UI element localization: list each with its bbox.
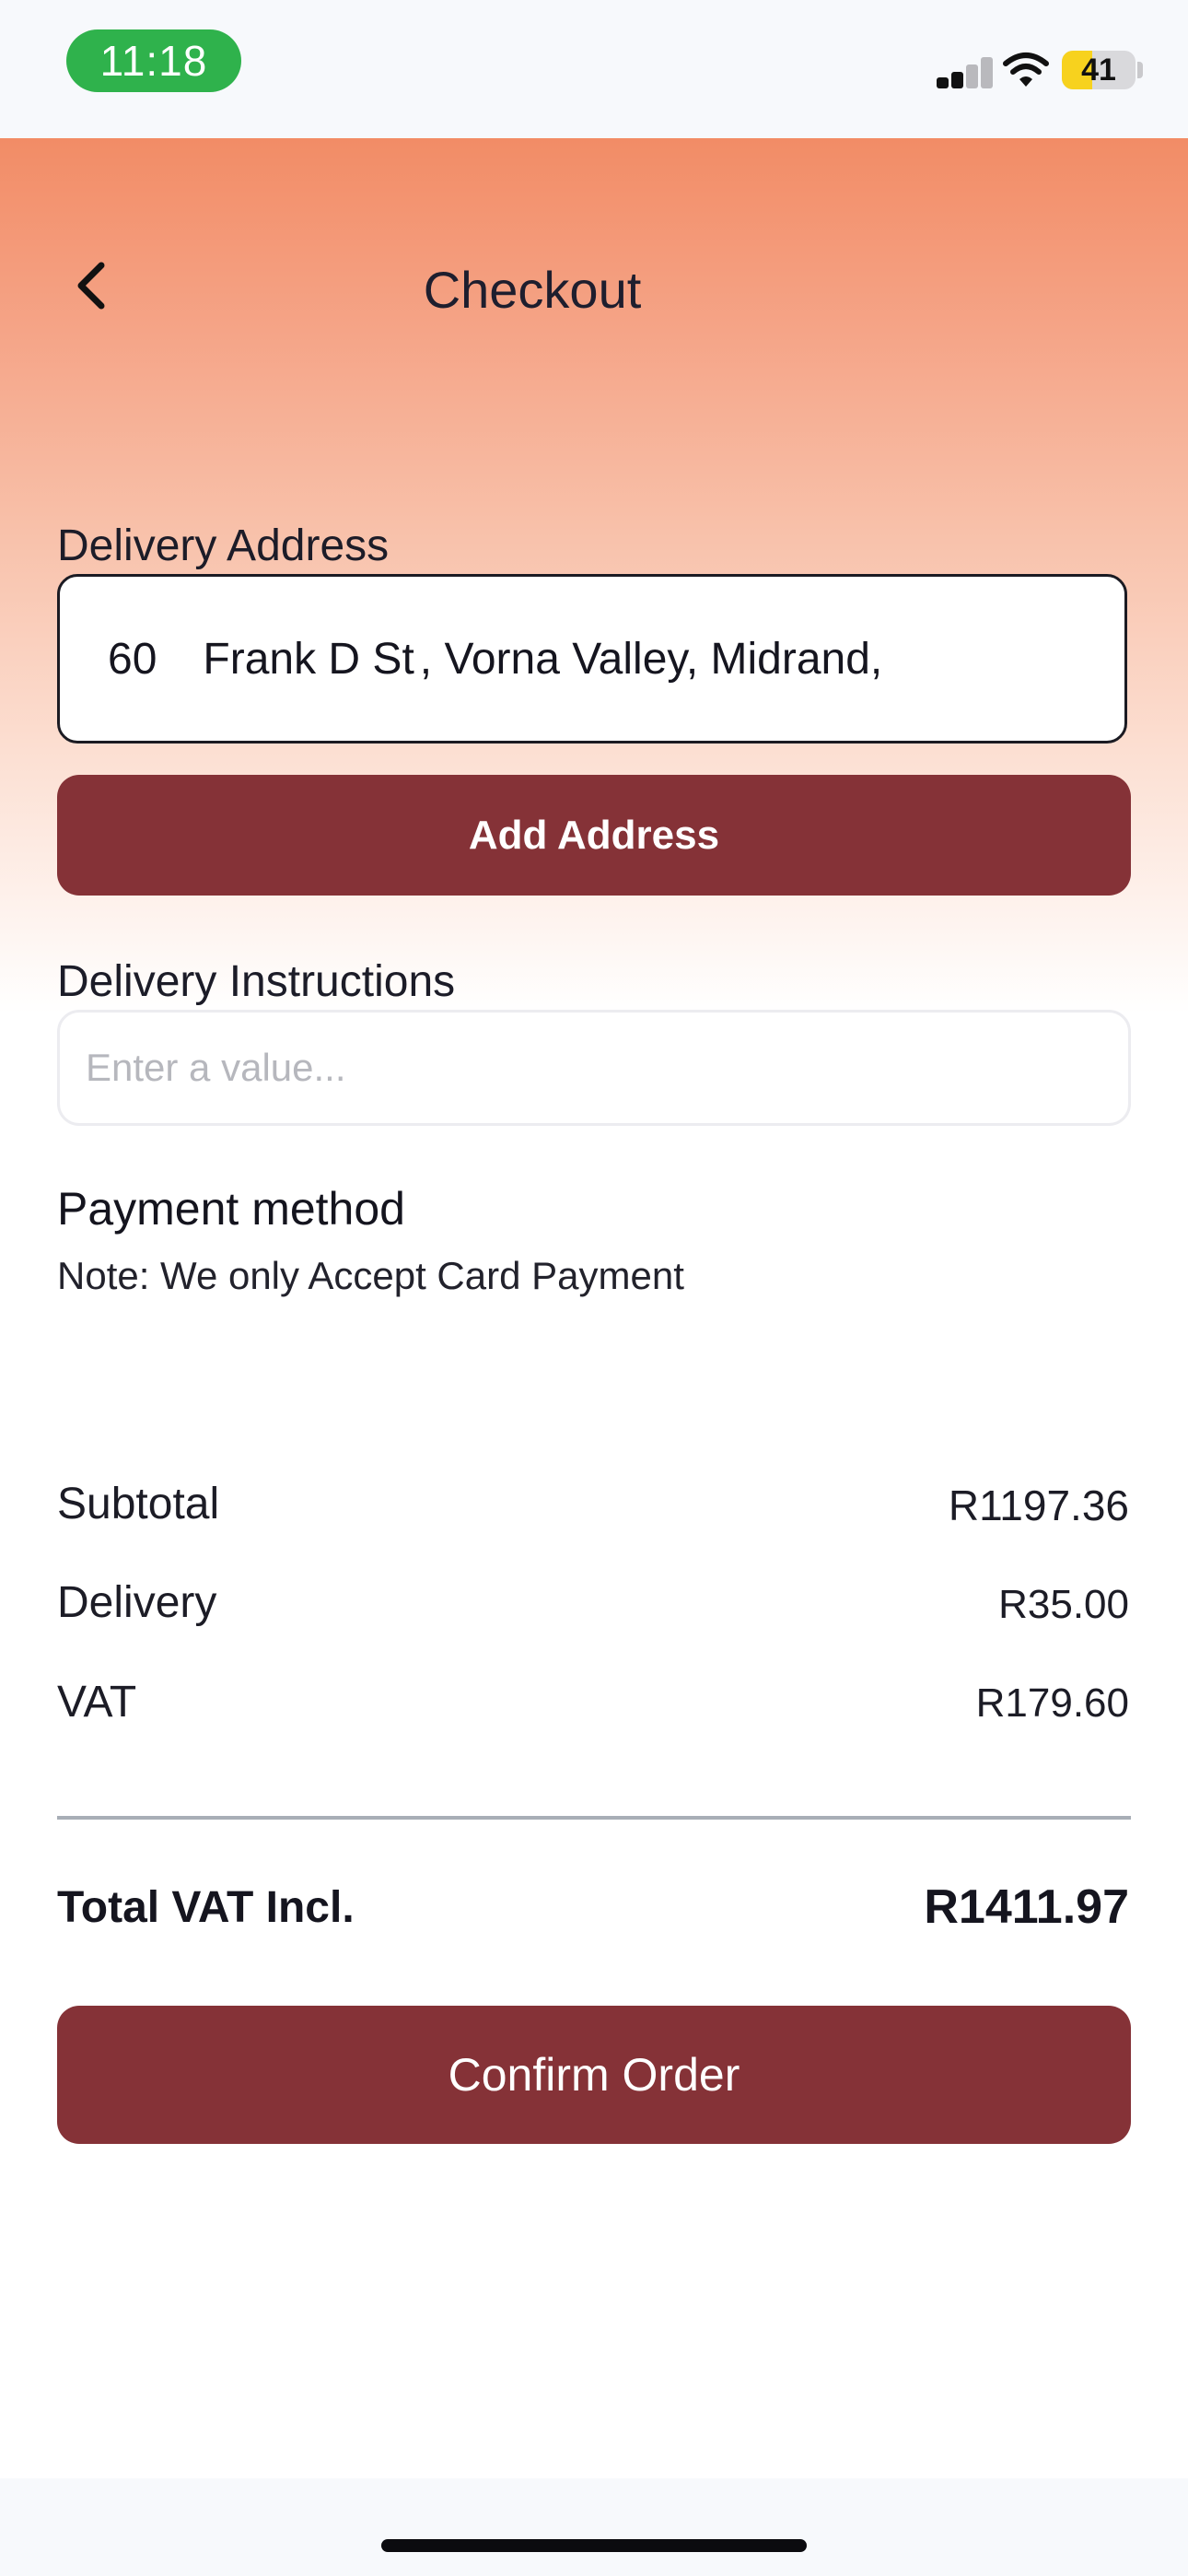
cellular-signal-icon	[937, 57, 993, 88]
add-address-button[interactable]: Add Address	[57, 775, 1131, 896]
payment-method-title: Payment method	[57, 1183, 405, 1235]
payment-note: Note: We only Accept Card Payment	[57, 1254, 684, 1297]
confirm-order-button[interactable]: Confirm Order	[57, 2006, 1131, 2144]
total-label: Total VAT Incl.	[57, 1883, 355, 1932]
delivery-address-label: Delivery Address	[57, 521, 390, 570]
delivery-fee-label: Delivery	[57, 1578, 217, 1627]
wifi-icon	[1003, 53, 1049, 87]
address-number: 60	[108, 634, 157, 684]
status-time: 11:18	[66, 29, 241, 92]
total-value: R1411.97	[924, 1880, 1129, 1934]
delivery-address-field[interactable]: 60 Frank D St , Vorna Valley, Midrand,	[57, 574, 1127, 744]
delivery-instructions-label: Delivery Instructions	[57, 957, 456, 1006]
delivery-instructions-input[interactable]	[57, 1010, 1131, 1126]
page-title: Checkout	[423, 261, 642, 319]
battery-nub	[1137, 62, 1143, 78]
summary-divider	[57, 1816, 1131, 1820]
battery-icon: 41	[1062, 51, 1136, 89]
address-rest: , Vorna Valley, Midrand,	[419, 634, 883, 684]
subtotal-label: Subtotal	[57, 1480, 220, 1528]
vat-label: VAT	[57, 1678, 137, 1727]
delivery-fee-value: R35.00	[998, 1582, 1129, 1627]
bottom-safe-area	[0, 2478, 1188, 2576]
vat-value: R179.60	[975, 1680, 1129, 1726]
home-indicator[interactable]	[381, 2539, 807, 2552]
subtotal-value: R1197.36	[948, 1481, 1129, 1529]
address-street: Frank D St	[203, 634, 414, 684]
battery-level: 41	[1081, 53, 1116, 88]
